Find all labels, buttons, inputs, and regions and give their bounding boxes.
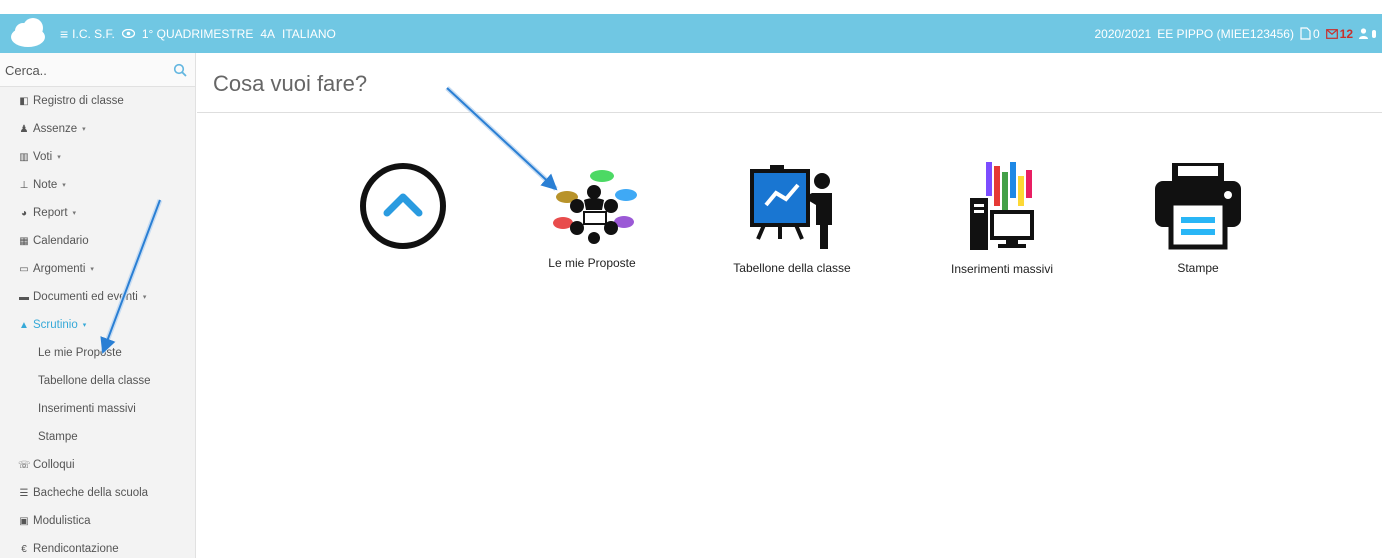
- sidebar-item-label: Rendicontazione: [33, 543, 119, 555]
- sidebar: ◧ Registro di classe ♟ Assenze ▾ ▥ Voti ▾ ⊥ No…: [0, 53, 196, 558]
- caret-down-icon: ▾: [90, 266, 94, 273]
- chat-icon: ☏: [18, 459, 31, 471]
- subject-label[interactable]: ITALIANO: [282, 27, 336, 41]
- hamburger-menu-icon[interactable]: ≡: [60, 26, 68, 42]
- book-icon: ◧: [19, 95, 29, 107]
- user-icon: ♟: [19, 123, 29, 135]
- sidebar-item-report[interactable]: ◕ Report ▾: [0, 199, 195, 227]
- caret-down-icon: ▾: [57, 154, 61, 161]
- sidebar-item-voti[interactable]: ▥ Voti ▾: [0, 143, 195, 171]
- tile-le-mie-proposte[interactable]: Le mie Proposte: [527, 168, 657, 270]
- pin-icon: ⊥: [19, 179, 29, 191]
- sidebar-item-label: Calendario: [33, 235, 89, 247]
- school-name[interactable]: I.C. S.F.: [72, 27, 115, 41]
- meeting-icon: [553, 170, 637, 244]
- sidebar-item-label: Stampe: [38, 431, 78, 443]
- printer-icon: [1155, 163, 1241, 250]
- sidebar-item-documenti[interactable]: ▬ Documenti ed eventi ▾: [0, 283, 195, 311]
- main-content: Cosa vuoi fare? Le mie Proposte Tabellon…: [197, 53, 1382, 558]
- sidebar-subitem-proposte[interactable]: Le mie Proposte: [0, 339, 195, 367]
- caret-down-icon: ▾: [142, 294, 147, 301]
- page-title: Cosa vuoi fare?: [213, 71, 368, 96]
- period-label[interactable]: 1° QUADRIMESTRE: [142, 27, 253, 41]
- sidebar-item-label: Note: [33, 179, 58, 191]
- sidebar-item-label: Registro di classe: [33, 95, 124, 107]
- sidebar-item-registro[interactable]: ◧ Registro di classe: [0, 87, 195, 115]
- sidebar-item-calendario[interactable]: ▦ Calendario: [0, 227, 195, 255]
- briefcase-icon: ▣: [19, 515, 29, 527]
- computer-data-icon: [970, 162, 1034, 250]
- caret-down-icon: ▾: [72, 210, 77, 217]
- caret-down-icon: ▾: [82, 126, 86, 133]
- euro-icon: €: [21, 543, 27, 555]
- school-year[interactable]: 2020/2021: [1094, 27, 1151, 41]
- eye-icon[interactable]: [121, 29, 135, 38]
- graduation-cap-icon: ▲: [19, 319, 29, 331]
- sidebar-subitem-stampe[interactable]: Stampe: [0, 423, 195, 451]
- mail-count[interactable]: 12: [1340, 27, 1353, 41]
- list-icon: ☰: [19, 487, 29, 499]
- sidebar-item-label: Assenze: [33, 123, 78, 135]
- presentation-icon: [750, 165, 832, 249]
- sidebar-subitem-tabellone[interactable]: Tabellone della classe: [0, 367, 195, 395]
- caret-down-icon: ▾: [82, 322, 87, 329]
- sidebar-item-scrutinio[interactable]: ▲ Scrutinio ▾: [0, 311, 195, 339]
- sidebar-item-rendicontazione[interactable]: € Rendicontazione: [0, 535, 195, 558]
- sidebar-item-bacheche[interactable]: ☰ Bacheche della scuola: [0, 479, 195, 507]
- tile-stampe[interactable]: Stampe: [1143, 163, 1253, 275]
- header-bar: ≡ I.C. S.F. 1° QUADRIMESTRE 4A ITALIANO …: [0, 14, 1382, 53]
- tile-label: Stampe: [1177, 261, 1219, 275]
- sidebar-item-label: Colloqui: [33, 459, 75, 471]
- search-box: [0, 53, 196, 87]
- sidebar-item-label: Inserimenti massivi: [38, 403, 136, 415]
- sidebar-item-label: Documenti ed eventi: [33, 291, 138, 303]
- tile-label: Le mie Proposte: [548, 256, 636, 270]
- sidebar-item-label: Scrutinio: [33, 319, 78, 331]
- cloud-logo-icon[interactable]: [8, 12, 48, 52]
- envelope-icon[interactable]: [1325, 28, 1338, 39]
- search-input[interactable]: [0, 53, 196, 87]
- tile-label: Tabellone della classe: [733, 261, 851, 275]
- sidebar-item-argomenti[interactable]: ▭ Argomenti ▾: [0, 255, 195, 283]
- tile-label: Inserimenti massivi: [950, 262, 1054, 276]
- sidebar-item-label: Modulistica: [33, 515, 91, 527]
- top-bar: ≡ I.C. S.F. 1° QUADRIMESTRE 4A ITALIANO …: [0, 0, 1382, 53]
- tile-inserimenti-massivi[interactable]: Inserimenti massivi: [937, 162, 1067, 276]
- sidebar-item-colloqui[interactable]: ☏ Colloqui: [0, 451, 195, 479]
- pie-chart-icon: ◕: [20, 207, 28, 219]
- sidebar-item-label: Argomenti: [33, 263, 86, 275]
- title-divider: [197, 112, 1382, 113]
- sidebar-subitem-inserimenti[interactable]: Inserimenti massivi: [0, 395, 195, 423]
- circle-up-icon[interactable]: [358, 161, 448, 251]
- class-label[interactable]: 4A: [260, 27, 275, 41]
- sidebar-item-label: Voti: [33, 151, 53, 163]
- institution-icon: ▥: [19, 151, 29, 163]
- user-icon-extra[interactable]: [1372, 29, 1376, 38]
- sidebar-item-label: Tabellone della classe: [38, 375, 151, 387]
- tile-back[interactable]: [358, 161, 448, 251]
- breadcrumb: ≡ I.C. S.F. 1° QUADRIMESTRE 4A ITALIANO: [60, 14, 336, 53]
- calendar-icon: ▦: [19, 235, 29, 247]
- folder-icon: ▬: [19, 291, 29, 303]
- search-icon[interactable]: [173, 63, 187, 77]
- sidebar-item-note[interactable]: ⊥ Note ▾: [0, 171, 195, 199]
- caret-down-icon: ▾: [62, 182, 66, 189]
- folder-open-icon: ▭: [19, 263, 29, 275]
- document-count[interactable]: 0: [1313, 27, 1320, 41]
- sidebar-item-label: Report: [33, 207, 68, 219]
- document-icon[interactable]: [1300, 27, 1311, 40]
- header-right: 2020/2021 EE PIPPO (MIEE123456) 0 12: [1094, 14, 1376, 53]
- sidebar-item-modulistica[interactable]: ▣ Modulistica: [0, 507, 195, 535]
- user-name[interactable]: EE PIPPO (MIEE123456): [1157, 27, 1294, 41]
- user-icon[interactable]: [1359, 28, 1368, 39]
- sidebar-nav: ◧ Registro di classe ♟ Assenze ▾ ▥ Voti ▾ ⊥ No…: [0, 87, 195, 558]
- sidebar-item-assenze[interactable]: ♟ Assenze ▾: [0, 115, 195, 143]
- sidebar-item-label: Le mie Proposte: [38, 347, 122, 359]
- tile-tabellone-della-classe[interactable]: Tabellone della classe: [722, 165, 862, 275]
- sidebar-item-label: Bacheche della scuola: [33, 487, 149, 499]
